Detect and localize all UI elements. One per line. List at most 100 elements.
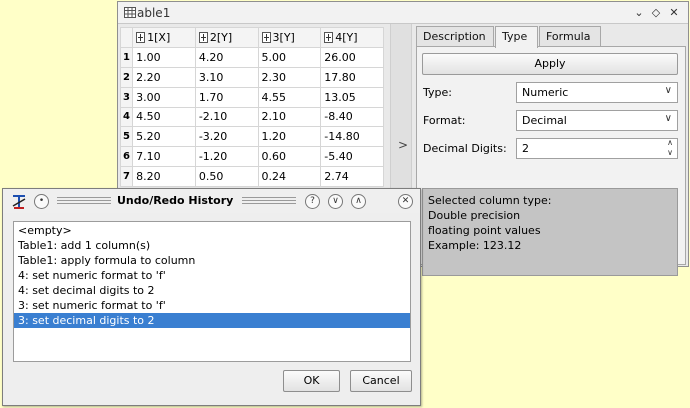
column-header[interactable]: 2[Y]	[194, 27, 259, 48]
table-cell[interactable]: 1.70	[194, 86, 259, 108]
corner-cell[interactable]	[119, 27, 134, 48]
table-cell[interactable]: 0.60	[257, 146, 322, 168]
table-row: 7 8.20 0.50 0.24 2.74	[119, 166, 384, 187]
format-select-value: Decimal	[522, 114, 567, 127]
row-number[interactable]: 6	[119, 146, 134, 168]
ok-button[interactable]: OK	[283, 370, 340, 392]
table-cell[interactable]: 0.24	[257, 166, 322, 187]
tab-formula[interactable]: Formula	[539, 26, 601, 47]
table-window-title: able1	[137, 6, 171, 20]
description-line: Double precision	[428, 209, 521, 222]
table-cell[interactable]: 3.10	[194, 66, 259, 88]
shade-up-icon[interactable]: ∧	[351, 194, 366, 209]
table-row: 4 4.50 -2.10 2.10 -8.40	[119, 106, 384, 128]
table-cell[interactable]: 0.50	[194, 166, 259, 187]
list-item[interactable]: 4: set decimal digits to 2	[14, 283, 410, 298]
apply-button[interactable]: Apply	[422, 53, 678, 75]
list-item[interactable]: Table1: apply formula to column	[14, 253, 410, 268]
type-select[interactable]: Numeric ∨	[516, 82, 678, 103]
type-label: Type:	[423, 86, 452, 99]
app-logo-icon	[12, 195, 26, 209]
row-number[interactable]: 5	[119, 126, 134, 148]
table-cell[interactable]: 8.20	[132, 166, 196, 187]
list-item[interactable]: 3: set numeric format to 'f'	[14, 298, 410, 313]
list-item-selected[interactable]: 3: set decimal digits to 2	[14, 313, 410, 328]
column-type-icon	[198, 32, 208, 43]
table-cell[interactable]: 26.00	[320, 47, 384, 68]
grid-header-row: 1[X] 2[Y] 3[Y] 4[Y]	[119, 27, 384, 48]
column-type-icon	[324, 32, 334, 43]
table-cell[interactable]: 2.30	[257, 66, 322, 88]
table-row: 3 3.00 1.70 4.55 13.05	[119, 86, 384, 108]
table-cell[interactable]: 4.50	[132, 106, 196, 128]
description-line: floating point values	[428, 224, 541, 237]
table-cell[interactable]: 5.00	[257, 47, 322, 68]
table-cell[interactable]: -14.80	[320, 126, 384, 148]
table-cell[interactable]: -2.10	[194, 106, 259, 128]
table-cell[interactable]: -3.20	[194, 126, 259, 148]
table-cell[interactable]: 7.10	[132, 146, 196, 168]
row-number[interactable]: 2	[119, 66, 134, 88]
collapse-arrow-icon[interactable]: >	[398, 138, 408, 152]
history-list[interactable]: <empty> Table1: add 1 column(s) Table1: …	[13, 221, 411, 362]
table-cell[interactable]: 3.00	[132, 86, 196, 108]
table-icon	[124, 7, 136, 18]
maximize-icon[interactable]: ◇	[649, 6, 663, 19]
tab-description[interactable]: Description	[416, 26, 494, 47]
list-item[interactable]: Table1: add 1 column(s)	[14, 238, 410, 253]
shade-down-icon[interactable]: ∨	[328, 194, 343, 209]
format-select[interactable]: Decimal ∨	[516, 110, 678, 131]
row-number[interactable]: 1	[119, 47, 134, 68]
tab-type[interactable]: Type	[495, 26, 538, 48]
minimize-icon[interactable]: ⌄	[632, 6, 646, 19]
table-cell[interactable]: 13.05	[320, 86, 384, 108]
column-header[interactable]: 3[Y]	[257, 27, 322, 48]
table-row: 5 5.20 -3.20 1.20 -14.80	[119, 126, 384, 148]
row-number[interactable]: 7	[119, 166, 134, 187]
close-icon[interactable]: ✕	[667, 6, 681, 19]
table-cell[interactable]: 17.80	[320, 66, 384, 88]
table-cell[interactable]: -1.20	[194, 146, 259, 168]
undo-redo-dialog: • Undo/Redo History ? ∨ ∧ ✕ <empty> Tabl…	[2, 188, 421, 406]
table-cell[interactable]: 2.10	[257, 106, 322, 128]
table-cell[interactable]: -8.40	[320, 106, 384, 128]
table-cell[interactable]: 4.55	[257, 86, 322, 108]
description-line: Example: 123.12	[428, 239, 522, 252]
table-cell[interactable]: -5.40	[320, 146, 384, 168]
table-cell[interactable]: 1.20	[257, 126, 322, 148]
column-type-icon	[261, 32, 271, 43]
dialog-title: Undo/Redo History	[117, 194, 234, 207]
spin-down-icon[interactable]: ∨	[667, 148, 673, 157]
dialog-titlebar[interactable]: • Undo/Redo History ? ∨ ∧ ✕	[3, 189, 420, 213]
type-select-value: Numeric	[522, 86, 569, 99]
format-label: Format:	[423, 114, 466, 127]
table-row: 6 7.10 -1.20 0.60 -5.40	[119, 146, 384, 168]
help-icon[interactable]: ?	[305, 194, 320, 209]
list-item[interactable]: 4: set numeric format to 'f'	[14, 268, 410, 283]
table-cell[interactable]: 2.74	[320, 166, 384, 187]
table-row: 1 1.00 4.20 5.00 26.00	[119, 47, 384, 68]
menu-icon[interactable]: •	[34, 194, 49, 209]
cancel-button[interactable]: Cancel	[350, 370, 412, 392]
column-type-icon	[136, 32, 146, 43]
table-cell[interactable]: 2.20	[132, 66, 196, 88]
column-header[interactable]: 1[X]	[132, 27, 196, 48]
row-number[interactable]: 4	[119, 106, 134, 128]
table-cell[interactable]: 1.00	[132, 47, 196, 68]
table-cell[interactable]: 4.20	[194, 47, 259, 68]
spin-up-icon[interactable]: ∧	[667, 138, 673, 147]
type-description-box: Selected column type: Double precision f…	[422, 188, 678, 276]
decimal-digits-value: 2	[522, 142, 529, 155]
type-tab-body: Apply Type: Numeric ∨ Format: Decimal ∨ …	[416, 46, 686, 276]
column-header[interactable]: 4[Y]	[320, 27, 384, 48]
list-item[interactable]: <empty>	[14, 223, 410, 238]
description-line: Selected column type:	[428, 194, 552, 207]
chevron-down-icon: ∨	[664, 113, 672, 124]
table-cell[interactable]: 5.20	[132, 126, 196, 148]
decimal-digits-spinner[interactable]: 2 ∧ ∨	[516, 138, 678, 159]
data-grid[interactable]: 1[X] 2[Y] 3[Y] 4[Y] 1 1.00 4.20 5.00 26.…	[119, 27, 384, 187]
close-icon[interactable]: ✕	[398, 194, 413, 209]
table-window-titlebar[interactable]: able1 ⌄ ◇ ✕	[118, 2, 688, 24]
row-number[interactable]: 3	[119, 86, 134, 108]
table-row: 2 2.20 3.10 2.30 17.80	[119, 66, 384, 88]
